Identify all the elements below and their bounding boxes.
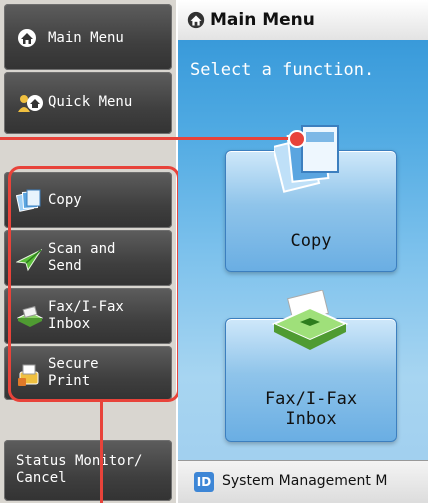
bottom-bar: ID System Management M [178, 460, 428, 503]
main-menu-label: Main Menu [48, 30, 124, 46]
instruction-text: Select a function. [190, 60, 375, 80]
main-panel: Main Menu Select a function. Copy Fax/I-… [178, 0, 428, 503]
title-bar: Main Menu [178, 0, 428, 40]
system-management-label[interactable]: System Management M [222, 473, 387, 489]
callout-line-bottom [100, 400, 103, 503]
status-monitor-cancel-button[interactable]: Status Monitor/ Cancel [4, 440, 172, 501]
home-icon [186, 10, 206, 35]
callout-line-top [0, 137, 296, 140]
main-menu-button[interactable]: Main Menu [4, 4, 172, 70]
fax-inbox-icon [270, 289, 350, 360]
quick-menu-button[interactable]: Quick Menu [4, 72, 172, 134]
callout-dot [288, 130, 306, 148]
id-badge-icon: ID [194, 472, 214, 492]
home-icon [16, 28, 38, 53]
function-label: Copy [290, 231, 332, 251]
function-label: Fax/I-Fax Inbox [264, 389, 358, 429]
function-list-highlight [8, 166, 180, 402]
status-monitor-label: Status Monitor/ Cancel [16, 453, 143, 486]
copy-icon [271, 122, 342, 204]
page-title: Main Menu [210, 10, 315, 30]
quick-menu-label: Quick Menu [48, 94, 133, 110]
quick-menu-icon [16, 92, 44, 119]
